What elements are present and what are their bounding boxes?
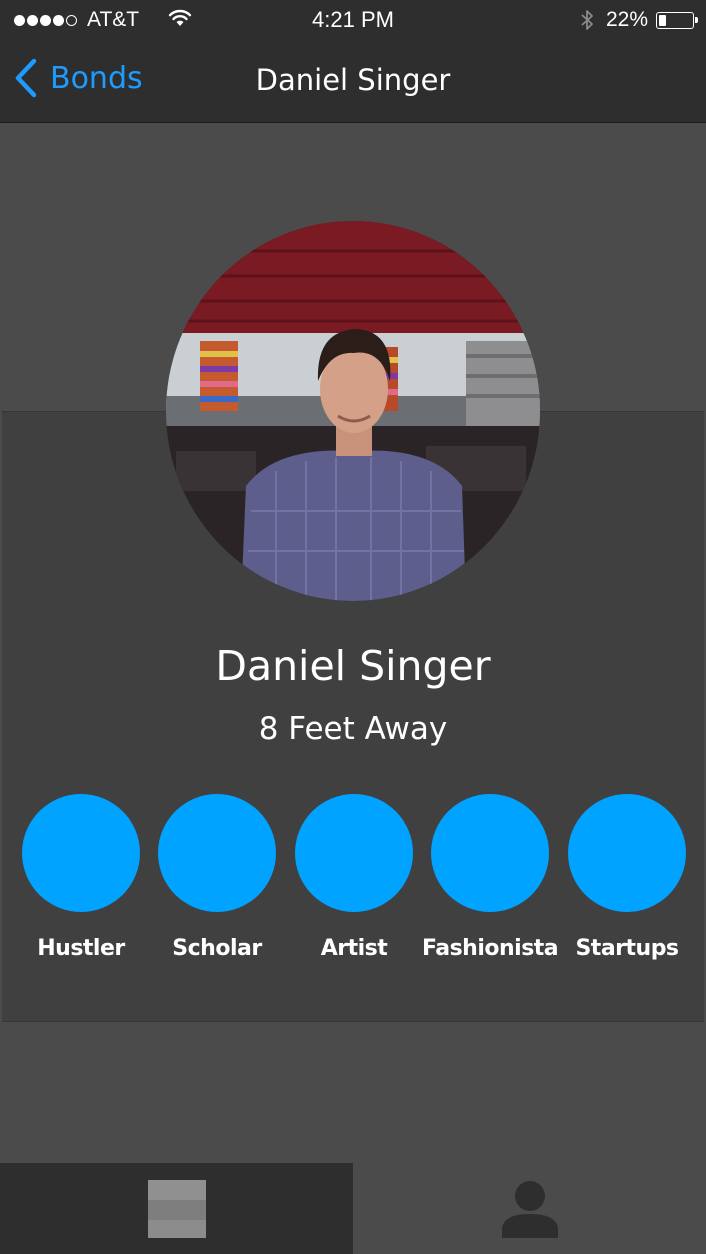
trait-scholar[interactable]: Scholar <box>149 794 285 961</box>
status-right: 22% <box>580 8 698 32</box>
profile-screen: AT&T 4:21 PM 22% Bonds Daniel Singer Dan… <box>0 0 706 1254</box>
tab-profile[interactable] <box>353 1163 706 1254</box>
trait-label: Fashionista <box>422 936 559 961</box>
navigation-bar: Bonds Daniel Singer <box>0 40 706 123</box>
trait-circle[interactable] <box>158 794 276 912</box>
trait-label: Hustler <box>37 936 125 961</box>
trait-startups[interactable]: Startups <box>559 794 695 961</box>
trait-label: Startups <box>575 936 679 961</box>
trait-circle[interactable] <box>295 794 413 912</box>
trait-circle[interactable] <box>22 794 140 912</box>
trait-label: Artist <box>320 936 388 961</box>
battery-icon <box>656 11 698 29</box>
tab-bonds[interactable] <box>0 1163 353 1254</box>
trait-circle[interactable] <box>568 794 686 912</box>
profile-distance: 8 Feet Away <box>258 711 448 747</box>
trait-list: Hustler Scholar Artist Fashionista Start… <box>0 794 706 974</box>
stack-icon <box>147 1179 206 1238</box>
profile-avatar <box>166 221 540 601</box>
status-bar: AT&T 4:21 PM 22% <box>0 0 706 40</box>
profile-name: Daniel Singer <box>215 642 491 690</box>
bluetooth-icon <box>581 10 593 30</box>
profile-photo <box>166 221 540 601</box>
trait-circle[interactable] <box>431 794 549 912</box>
person-icon <box>501 1180 558 1238</box>
trait-artist[interactable]: Artist <box>286 794 422 961</box>
trait-fashionista[interactable]: Fashionista <box>422 794 559 961</box>
battery-percent: 22% <box>605 8 648 31</box>
footer-background <box>2 1023 704 1163</box>
trait-hustler[interactable]: Hustler <box>13 794 149 961</box>
nav-title: Daniel Singer <box>255 63 451 97</box>
trait-label: Scholar <box>172 936 262 961</box>
tab-bar <box>0 1163 706 1254</box>
